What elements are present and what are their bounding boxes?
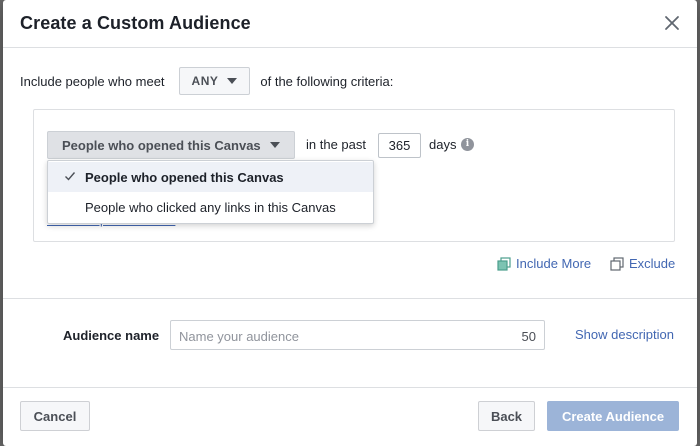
match-type-value: ANY <box>191 74 219 88</box>
audience-name-input[interactable]: Name your audience 50 <box>170 320 545 350</box>
criteria-row: Include people who meet ANY of the follo… <box>20 66 393 96</box>
caret-down-icon <box>269 142 280 148</box>
cancel-button[interactable]: Cancel <box>20 401 90 431</box>
include-more-label: Include More <box>516 256 592 271</box>
include-stack-icon <box>497 256 511 271</box>
canvas-event-dropdown: People who opened this Canvas People who… <box>47 160 374 224</box>
show-description-link[interactable]: Show description <box>575 327 674 342</box>
match-type-select[interactable]: ANY <box>178 67 251 95</box>
close-icon[interactable] <box>663 14 681 32</box>
section-divider <box>3 298 697 299</box>
exclude-button[interactable]: Exclude <box>610 256 675 271</box>
char-count: 50 <box>521 329 536 344</box>
exclude-stack-icon <box>610 256 624 271</box>
custom-audience-dialog: Create a Custom Audience Include people … <box>3 0 697 446</box>
include-more-button[interactable]: Include More <box>497 256 591 271</box>
dropdown-option-opened[interactable]: People who opened this Canvas <box>48 162 373 192</box>
in-past-label: in the past <box>306 137 366 152</box>
create-audience-button[interactable]: Create Audience <box>547 401 679 431</box>
dropdown-option-label: People who clicked any links in this Can… <box>85 200 336 215</box>
dialog-title: Create a Custom Audience <box>20 13 251 33</box>
canvas-event-select[interactable]: People who opened this Canvas <box>47 131 295 159</box>
days-input[interactable]: 365 <box>378 133 421 158</box>
criteria-prefix: Include people who meet <box>20 73 165 89</box>
audience-name-label: Audience name <box>63 328 160 343</box>
checkmark-icon <box>65 172 76 181</box>
footer-divider <box>3 387 697 388</box>
back-button[interactable]: Back <box>478 401 535 431</box>
days-label: days <box>429 137 457 152</box>
audience-name-placeholder: Name your audience <box>179 329 299 344</box>
criteria-suffix: of the following criteria: <box>260 73 394 89</box>
dropdown-option-label: People who opened this Canvas <box>85 170 284 185</box>
exclude-label: Exclude <box>629 256 676 271</box>
dialog-header: Create a Custom Audience <box>3 0 697 48</box>
dropdown-option-clicked-links[interactable]: People who clicked any links in this Can… <box>48 192 373 222</box>
info-icon[interactable]: i <box>461 138 474 151</box>
caret-down-icon <box>227 78 238 84</box>
canvas-event-value: People who opened this Canvas <box>62 137 261 153</box>
